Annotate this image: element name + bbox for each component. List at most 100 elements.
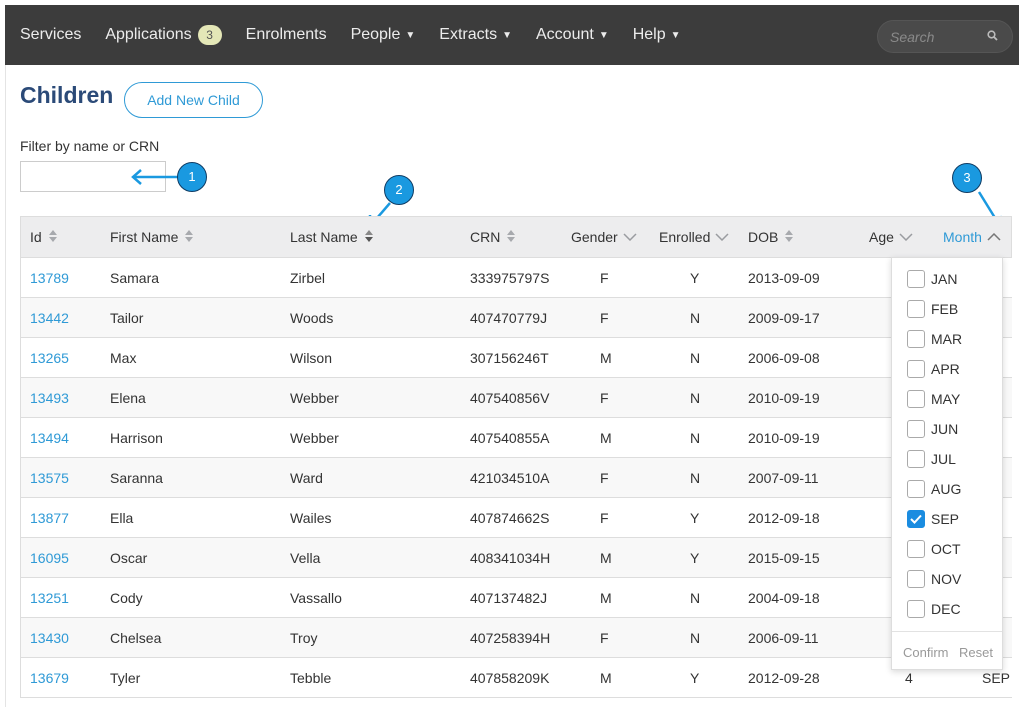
cell-id[interactable]: 13251 [30,590,69,606]
cell-id[interactable]: 13442 [30,310,69,326]
column-header-crn[interactable]: CRN [470,229,516,245]
children-table: Id First Name Last Name CRN Gender Enrol… [20,216,1012,698]
column-header-last-name[interactable]: Last Name [290,229,374,245]
cell-crn: 421034510A [470,470,550,486]
nav-item-people[interactable]: People ▼ [351,26,416,44]
nav-item-enrolments[interactable]: Enrolments [246,26,327,44]
cell-first-name: Tailor [110,310,144,326]
nav-item-extracts[interactable]: Extracts ▼ [439,26,512,44]
month-option-apr[interactable]: APR [907,359,960,379]
nav-item-account[interactable]: Account ▼ [536,26,609,44]
chevron-down-icon[interactable] [623,230,637,244]
checkbox-icon[interactable] [907,270,925,288]
cell-crn: 407258394H [470,630,551,646]
month-option-label: MAR [931,331,963,347]
column-header-month[interactable]: Month [943,229,1001,245]
checkbox-icon[interactable] [907,480,925,498]
column-header-first-name[interactable]: First Name [110,229,194,245]
checkbox-icon[interactable] [907,600,925,618]
search-input[interactable] [888,27,983,46]
cell-enrolled: Y [690,510,700,526]
cell-first-name: Samara [110,270,160,286]
column-header-gender[interactable]: Gender [571,229,637,245]
month-option-mar[interactable]: MAR [907,329,962,349]
nav-item-applications[interactable]: Applications 3 [105,25,222,45]
search-icon[interactable] [987,29,998,44]
month-option-may[interactable]: MAY [907,389,960,409]
checkbox-icon[interactable] [907,450,925,468]
month-option-oct[interactable]: OCT [907,539,961,559]
cell-gender: F [600,470,609,486]
sort-icon[interactable] [185,230,194,244]
column-header-id[interactable]: Id [30,229,58,245]
reset-button[interactable]: Reset [959,645,993,660]
table-row: 16095 Oscar Vella 408341034H M Y 2015-09-15 [20,538,1012,578]
column-header-age[interactable]: Age [869,229,913,245]
month-option-label: AUG [931,481,962,497]
nav-item-help[interactable]: Help ▼ [633,26,681,44]
cell-id[interactable]: 16095 [30,550,69,566]
table-row: 13877 Ella Wailes 407874662S F Y 2012-09-18 [20,498,1012,538]
column-header-enrolled[interactable]: Enrolled [659,229,729,245]
chevron-up-icon[interactable] [987,230,1001,244]
sort-icon[interactable] [507,230,516,244]
checkbox-checked-icon[interactable] [907,510,925,528]
cell-last-name: Wilson [290,350,333,366]
table-row: 13251 Cody Vassallo 407137482J M N 2004-09-18 [20,578,1012,618]
caret-down-icon: ▼ [405,29,416,41]
cell-crn: 407858209K [470,670,550,686]
cell-id[interactable]: 13877 [30,510,69,526]
checkbox-icon[interactable] [907,330,925,348]
nav-item-label: People [350,26,401,43]
chevron-down-icon[interactable] [899,230,913,244]
top-navbar: Services Applications 3 Enrolments People ▼ Ex… [5,5,1019,65]
month-option-label: JUL [931,451,956,467]
month-option-feb[interactable]: FEB [907,299,958,319]
cell-id[interactable]: 13789 [30,270,69,286]
month-option-aug[interactable]: AUG [907,479,961,499]
nav-item-services[interactable]: Services [20,26,81,44]
checkbox-icon[interactable] [907,300,925,318]
cell-gender: M [600,670,612,686]
caret-down-icon: ▼ [670,29,681,41]
month-option-sep[interactable]: SEP [907,509,959,529]
cell-id[interactable]: 13430 [30,630,69,646]
cell-id[interactable]: 13679 [30,670,69,686]
cell-dob: 2007-09-11 [748,470,819,486]
sort-icon[interactable] [48,230,58,244]
checkbox-icon[interactable] [907,570,925,588]
checkbox-icon[interactable] [907,390,925,408]
sort-desc-icon[interactable] [364,230,374,244]
dropdown-divider [892,631,1002,632]
month-option-label: FEB [931,301,959,317]
column-header-dob[interactable]: DOB [748,229,794,245]
confirm-button[interactable]: Confirm [903,645,949,660]
cell-last-name: Woods [290,310,334,326]
cell-last-name: Vassallo [290,590,342,606]
cell-id[interactable]: 13575 [30,470,69,486]
cell-id[interactable]: 13493 [30,390,69,406]
checkbox-icon[interactable] [907,360,925,378]
cell-id[interactable]: 13494 [30,430,69,446]
cell-id[interactable]: 13265 [30,350,69,366]
add-new-child-button[interactable]: Add New Child [124,82,263,118]
column-header-label: Gender [571,229,618,245]
month-option-nov[interactable]: NOV [907,569,961,589]
month-option-jul[interactable]: JUL [907,449,956,469]
month-option-jun[interactable]: JUN [907,419,958,439]
month-option-jan[interactable]: JAN [907,269,957,289]
chevron-down-icon[interactable] [715,230,729,244]
checkbox-icon[interactable] [907,420,925,438]
nav-item-label: Account [536,26,594,43]
month-filter-dropdown: Confirm Reset JAN FEB MAR APR MAY JUN JUL AUG SE… [891,257,1003,670]
checkbox-icon[interactable] [907,540,925,558]
column-header-label: First Name [110,229,179,245]
cell-last-name: Webber [290,390,339,406]
search-box[interactable] [877,20,1013,53]
cell-last-name: Ward [290,470,323,486]
sort-icon[interactable] [785,230,794,244]
cell-gender: M [600,350,612,366]
month-option-dec[interactable]: DEC [907,599,961,619]
cell-age: 4 [905,670,913,686]
cell-enrolled: N [690,310,701,326]
